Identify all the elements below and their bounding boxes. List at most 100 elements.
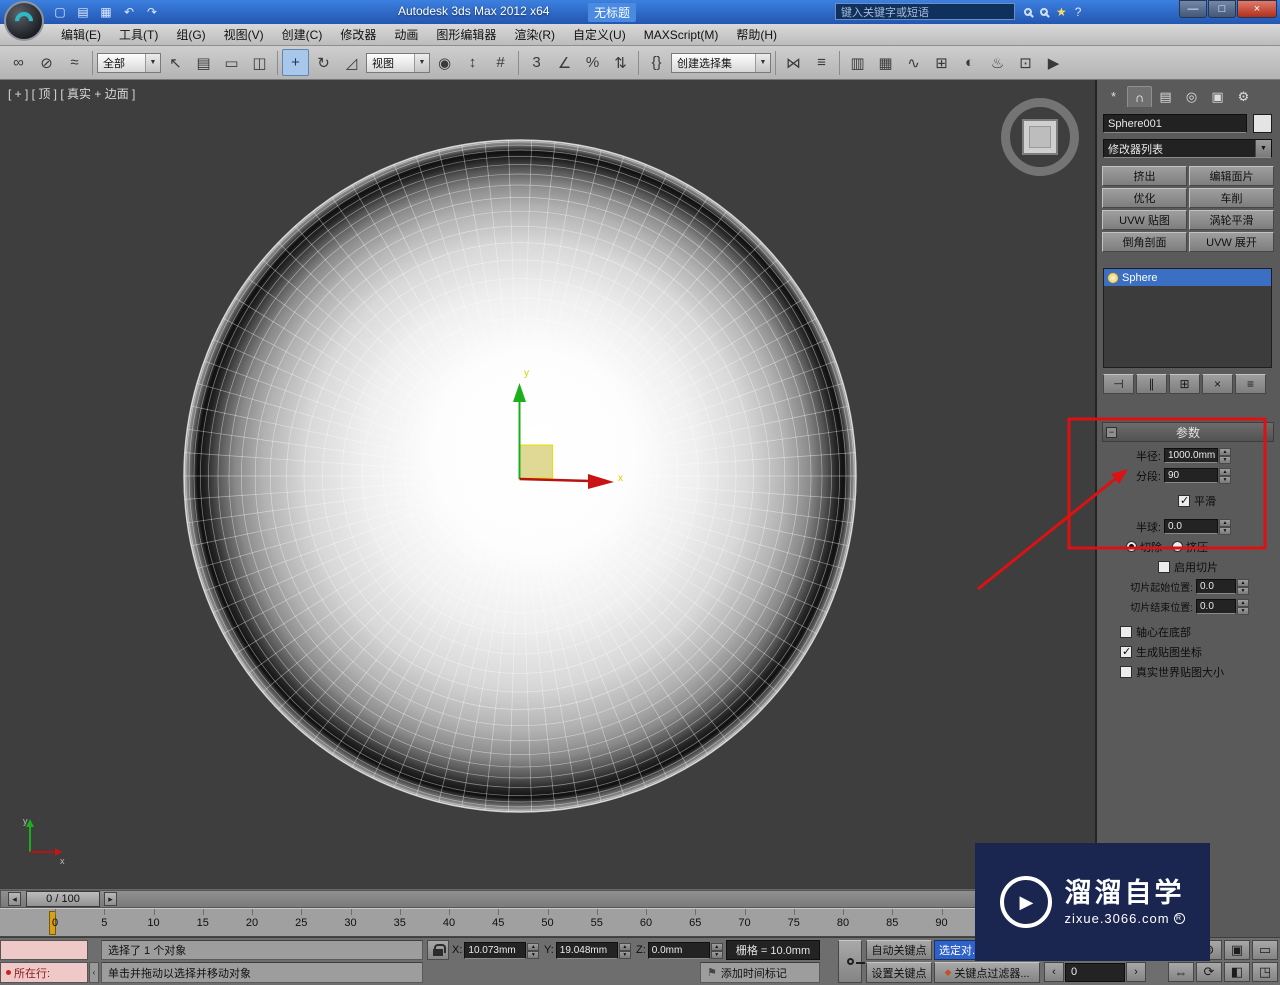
new-file-icon[interactable]: ▢ (50, 2, 70, 21)
menu-item-10[interactable]: MAXScript(M) (635, 24, 728, 45)
x-coordinate-field[interactable]: 10.073mm (464, 942, 526, 959)
viewport-canvas[interactable]: y x y x (0, 80, 1095, 886)
modifier-button-6[interactable]: 倒角剖面 (1102, 232, 1187, 252)
hemisphere-field[interactable]: 0.0 (1164, 519, 1218, 534)
orbit-icon[interactable]: ⟳ (1196, 962, 1222, 982)
spinner-snap-icon[interactable]: ⇅ (607, 49, 634, 76)
angle-snap-icon[interactable]: ∠ (551, 49, 578, 76)
select-and-scale-icon[interactable]: ◿ (338, 49, 365, 76)
maxscript-macro-recorder[interactable] (0, 940, 88, 960)
tab-modify[interactable]: ∩ (1127, 86, 1152, 107)
select-and-link-icon[interactable]: ∞ (5, 49, 32, 76)
open-file-icon[interactable]: ▤ (73, 2, 93, 21)
segments-field[interactable]: 90 (1164, 468, 1218, 483)
modifier-list-dropdown[interactable]: 修改器列表 ▼ (1103, 139, 1272, 158)
pan-icon[interactable]: ⇔ (1168, 962, 1194, 982)
use-pivot-center-icon[interactable]: ◉ (431, 49, 458, 76)
select-object-icon[interactable]: ↖ (162, 49, 189, 76)
redo-icon[interactable]: ↷ (142, 2, 162, 21)
segments-spinner[interactable]: ▲▼ (1219, 468, 1231, 483)
base-pivot-checkbox[interactable] (1120, 626, 1132, 638)
smooth-checkbox[interactable] (1178, 495, 1190, 507)
viewcube[interactable] (1001, 98, 1079, 176)
menu-item-1[interactable]: 工具(T) (110, 24, 167, 45)
walkthrough-icon[interactable]: ◧ (1224, 962, 1250, 982)
select-and-manipulate-icon[interactable]: ↕ (459, 49, 486, 76)
z-spinner[interactable]: ▲▼ (711, 943, 723, 958)
schematic-view-icon[interactable]: ⊞ (928, 49, 955, 76)
y-spinner[interactable]: ▲▼ (619, 943, 631, 958)
snap-toggle-icon[interactable]: 3 (523, 49, 550, 76)
auto-key-button[interactable]: 自动关键点 (866, 940, 932, 960)
squash-radio[interactable] (1172, 541, 1183, 552)
rendered-frame-icon[interactable]: ⊡ (1012, 49, 1039, 76)
save-file-icon[interactable]: ▦ (96, 2, 116, 21)
make-unique-icon[interactable]: ⊞ (1169, 374, 1200, 394)
set-key-button[interactable]: 设置关键点 (866, 962, 932, 983)
tab-create[interactable]: * (1101, 86, 1126, 107)
stack-item-0[interactable]: Sphere (1104, 269, 1271, 286)
application-menu-button[interactable] (4, 1, 44, 41)
hemisphere-spinner[interactable]: ▲▼ (1219, 519, 1231, 534)
time-slider-track[interactable] (0, 890, 1095, 908)
menu-item-6[interactable]: 动画 (385, 24, 427, 45)
search-input[interactable]: 键入关键字或短语 (835, 3, 1015, 20)
menu-item-7[interactable]: 图形编辑器 (427, 24, 505, 45)
object-name-field[interactable]: Sphere001 (1103, 114, 1247, 133)
pin-stack-icon[interactable]: ⊣ (1103, 374, 1134, 394)
named-selection-sets-dropdown[interactable]: 创建选择集▼ (671, 53, 771, 73)
menu-item-2[interactable]: 组(G) (167, 24, 214, 45)
modifier-stack[interactable]: Sphere (1103, 268, 1272, 368)
select-and-rotate-icon[interactable]: ↻ (310, 49, 337, 76)
z-coordinate-field[interactable]: 0.0mm (648, 942, 710, 959)
next-frame-step-icon[interactable]: ▸ (104, 892, 117, 906)
maximize-viewport-icon[interactable]: ◳ (1252, 962, 1278, 982)
mirror-icon[interactable]: ⋈ (780, 49, 807, 76)
slice-from-spinner[interactable]: ▲▼ (1237, 579, 1249, 594)
modifier-button-0[interactable]: 挤出 (1102, 166, 1187, 186)
collapse-rollout-icon[interactable]: − (1106, 427, 1117, 438)
bind-to-space-warp-icon[interactable]: ≈ (61, 49, 88, 76)
selection-filter-dropdown[interactable]: 全部▼ (97, 53, 161, 73)
selection-region-icon[interactable]: ▭ (218, 49, 245, 76)
chop-radio[interactable] (1126, 541, 1137, 552)
remove-modifier-icon[interactable]: × (1202, 374, 1233, 394)
slice-to-spinner[interactable]: ▲▼ (1237, 599, 1249, 614)
parameters-rollout-header[interactable]: − 参数 (1102, 422, 1274, 442)
slice-to-field[interactable]: 0.0 (1196, 599, 1236, 614)
time-slider[interactable]: ◂ 0 / 100 ▸ (0, 888, 1095, 908)
favorites-star-icon[interactable]: ★ (1056, 5, 1067, 19)
y-coordinate-field[interactable]: 19.048mm (556, 942, 618, 959)
tab-motion[interactable]: ◎ (1179, 86, 1204, 107)
x-spinner[interactable]: ▲▼ (527, 943, 539, 958)
configure-modifier-sets-icon[interactable]: ≡ (1235, 374, 1266, 394)
set-keys-button[interactable] (838, 940, 862, 983)
reference-coordinate-dropdown[interactable]: 视图▼ (366, 53, 430, 73)
key-filters-button[interactable]: ◆ 关键点过滤器... (934, 962, 1040, 983)
render-production-icon[interactable]: ▶ (1040, 49, 1067, 76)
zoom-region-icon[interactable]: ▭ (1252, 940, 1278, 960)
current-frame-field[interactable]: 0 (1065, 963, 1125, 982)
layer-manager-icon[interactable]: ▥ (844, 49, 871, 76)
viewport-top[interactable]: [ + ] [ 顶 ] [ 真实 + 边面 ] (0, 80, 1097, 888)
add-time-tag[interactable]: ⚑ 添加时间标记 (700, 962, 820, 983)
previous-frame-step-icon[interactable]: ◂ (8, 892, 21, 906)
material-editor-icon[interactable]: ◐ (956, 49, 983, 76)
edit-named-sets-icon[interactable]: {} (643, 49, 670, 76)
keyboard-override-icon[interactable]: # (487, 49, 514, 76)
menu-item-0[interactable]: 编辑(E) (52, 24, 110, 45)
modifier-button-7[interactable]: UVW 展开 (1189, 232, 1274, 252)
modifier-button-3[interactable]: 车削 (1189, 188, 1274, 208)
modifier-button-1[interactable]: 编辑面片 (1189, 166, 1274, 186)
slice-from-field[interactable]: 0.0 (1196, 579, 1236, 594)
search-icon[interactable] (1024, 8, 1032, 16)
track-bar[interactable]: 0510152025303540455055606570758085909510… (0, 908, 1095, 937)
radius-field[interactable]: 1000.0mm (1164, 448, 1218, 463)
viewcube-top-face[interactable] (1022, 119, 1058, 155)
menu-item-8[interactable]: 渲染(R) (505, 24, 564, 45)
help-icon[interactable]: ? (1075, 5, 1082, 19)
gen-mapping-checkbox[interactable] (1120, 646, 1132, 658)
communities-search-icon[interactable] (1040, 8, 1048, 16)
tab-utilities[interactable]: ⚙ (1231, 86, 1256, 107)
time-slider-handle[interactable]: 0 / 100 (26, 891, 100, 907)
